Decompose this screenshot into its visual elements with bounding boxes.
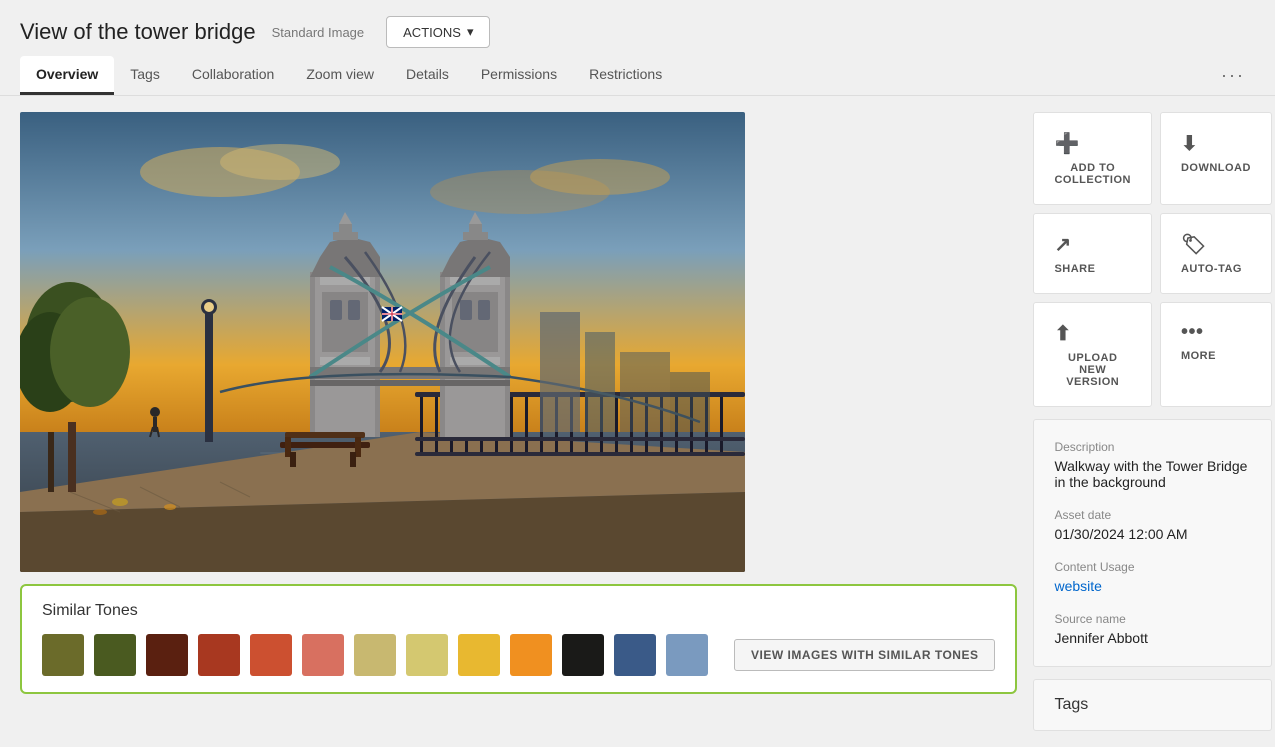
content-usage-label: Content Usage <box>1054 560 1250 574</box>
tone-swatch-11[interactable] <box>562 634 604 676</box>
add-to-collection-icon: ➕ <box>1054 131 1079 156</box>
upload-icon: ⬆ <box>1054 321 1071 346</box>
right-column: ➕ ADD TO COLLECTION ⬇ DOWNLOAD ↗ SHARE 🏷… <box>1033 112 1271 731</box>
upload-new-version-label: UPLOAD NEW VERSION <box>1054 352 1130 388</box>
tone-swatch-9[interactable] <box>458 634 500 676</box>
add-to-collection-button[interactable]: ➕ ADD TO COLLECTION <box>1033 112 1151 205</box>
content-usage-field: Content Usage website <box>1054 560 1250 594</box>
tab-permissions[interactable]: Permissions <box>465 56 573 95</box>
main-content: Similar Tones VIEW IMAGES WITH SIMILAR <box>0 96 1275 747</box>
description-value: Walkway with the Tower Bridge in the bac… <box>1054 458 1250 490</box>
share-label: SHARE <box>1054 263 1095 275</box>
asset-date-field: Asset date 01/30/2024 12:00 AM <box>1054 508 1250 542</box>
source-name-label: Source name <box>1054 612 1250 626</box>
more-icon: ••• <box>1181 321 1204 344</box>
tone-swatch-5[interactable] <box>250 634 292 676</box>
more-label: MORE <box>1181 350 1216 362</box>
auto-tag-label: AUTO-TAG <box>1181 263 1242 275</box>
actions-button[interactable]: ACTIONS ▾ <box>386 16 490 48</box>
download-button[interactable]: ⬇ DOWNLOAD <box>1160 112 1272 205</box>
asset-date-label: Asset date <box>1054 508 1250 522</box>
content-usage-value[interactable]: website <box>1054 578 1250 594</box>
tone-swatch-12[interactable] <box>614 634 656 676</box>
upload-new-version-button[interactable]: ⬆ UPLOAD NEW VERSION <box>1033 302 1151 407</box>
tone-swatch-2[interactable] <box>94 634 136 676</box>
left-column: Similar Tones VIEW IMAGES WITH SIMILAR <box>20 112 1017 731</box>
download-label: DOWNLOAD <box>1181 162 1251 174</box>
share-icon: ↗ <box>1054 232 1071 257</box>
tone-swatch-8[interactable] <box>406 634 448 676</box>
tab-collaboration[interactable]: Collaboration <box>176 56 291 95</box>
similar-tones-panel: Similar Tones VIEW IMAGES WITH SIMILAR <box>20 584 1017 694</box>
similar-tones-title: Similar Tones <box>42 602 995 620</box>
auto-tag-icon: 🏷 <box>1181 232 1207 257</box>
asset-date-value: 01/30/2024 12:00 AM <box>1054 526 1250 542</box>
tone-swatch-3[interactable] <box>146 634 188 676</box>
asset-image-container <box>20 112 745 572</box>
tones-row: VIEW IMAGES WITH SIMILAR TONES <box>42 634 995 676</box>
tone-swatch-1[interactable] <box>42 634 84 676</box>
tone-swatch-13[interactable] <box>666 634 708 676</box>
tab-zoom-view[interactable]: Zoom view <box>290 56 390 95</box>
action-buttons-grid: ➕ ADD TO COLLECTION ⬇ DOWNLOAD ↗ SHARE 🏷… <box>1033 112 1271 407</box>
source-name-value: Jennifer Abbott <box>1054 630 1250 646</box>
tab-details[interactable]: Details <box>390 56 465 95</box>
tab-restrictions[interactable]: Restrictions <box>573 56 678 95</box>
tab-overview[interactable]: Overview <box>20 56 114 95</box>
source-name-field: Source name Jennifer Abbott <box>1054 612 1250 646</box>
download-icon: ⬇ <box>1181 131 1198 156</box>
more-button[interactable]: ••• MORE <box>1160 302 1272 407</box>
tone-swatch-10[interactable] <box>510 634 552 676</box>
add-to-collection-label: ADD TO COLLECTION <box>1054 162 1130 186</box>
description-label: Description <box>1054 440 1250 454</box>
chevron-down-icon: ▾ <box>467 24 474 40</box>
view-similar-tones-button[interactable]: VIEW IMAGES WITH SIMILAR TONES <box>734 639 995 671</box>
tags-section-title: Tags <box>1054 696 1250 714</box>
share-button[interactable]: ↗ SHARE <box>1033 213 1151 294</box>
auto-tag-button[interactable]: 🏷 AUTO-TAG <box>1160 213 1272 294</box>
info-panel: Description Walkway with the Tower Bridg… <box>1033 419 1271 667</box>
tone-swatch-4[interactable] <box>198 634 240 676</box>
tags-section: Tags <box>1033 679 1271 731</box>
description-field: Description Walkway with the Tower Bridg… <box>1054 440 1250 490</box>
tabs-bar: Overview Tags Collaboration Zoom view De… <box>0 56 1275 96</box>
tone-swatch-6[interactable] <box>302 634 344 676</box>
asset-type-badge: Standard Image <box>272 25 365 40</box>
page-header: View of the tower bridge Standard Image … <box>0 0 1275 48</box>
tone-swatch-7[interactable] <box>354 634 396 676</box>
tab-tags[interactable]: Tags <box>114 56 176 95</box>
tabs-more-icon[interactable]: ··· <box>1211 57 1255 94</box>
tower-bridge-image <box>20 112 745 572</box>
page-title: View of the tower bridge <box>20 19 256 45</box>
